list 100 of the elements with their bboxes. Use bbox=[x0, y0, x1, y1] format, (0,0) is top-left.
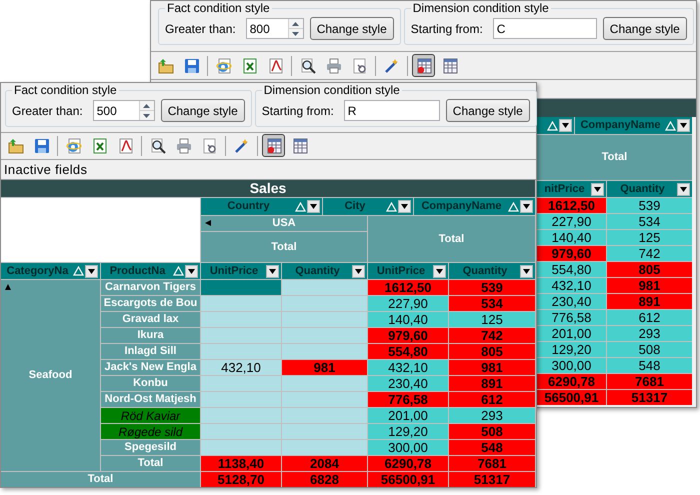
field-label: CompanyName bbox=[579, 118, 662, 134]
row-header: USA bbox=[201, 216, 367, 231]
dropdown-button[interactable] bbox=[352, 264, 365, 278]
change-style-button[interactable]: Change style bbox=[310, 17, 394, 40]
data-cell: 129,20 bbox=[368, 424, 448, 439]
number-field[interactable]: 800 bbox=[246, 19, 288, 38]
magnifier-icon bbox=[150, 138, 166, 154]
number-field[interactable]: 500 bbox=[94, 101, 139, 120]
row-header: Total bbox=[101, 456, 200, 471]
data-cell: 7681 bbox=[607, 374, 692, 389]
data-cell: 201,00 bbox=[368, 408, 448, 423]
dropdown-button[interactable] bbox=[559, 119, 572, 132]
field-label: Country bbox=[226, 199, 271, 214]
magic-wand-icon bbox=[234, 138, 250, 154]
data-cell: 51317 bbox=[449, 472, 535, 487]
caret-icon bbox=[88, 268, 95, 274]
dropdown-button[interactable] bbox=[307, 200, 320, 213]
toolbar-button[interactable] bbox=[412, 54, 435, 77]
data-cell: 5128,70 bbox=[201, 472, 281, 487]
data-cell: 432,10 bbox=[368, 360, 448, 375]
spin-box[interactable]: 800 bbox=[246, 18, 304, 39]
field-header[interactable]: Quantity bbox=[282, 263, 367, 279]
field-header[interactable]: Country bbox=[201, 198, 322, 215]
field-label: Starting from: bbox=[262, 102, 334, 120]
folder-icon bbox=[158, 58, 174, 74]
data-cell: 140,40 bbox=[368, 312, 448, 327]
data-cell: 554,80 bbox=[537, 262, 606, 277]
field-header[interactable]: nitPrice bbox=[537, 181, 606, 197]
caret-icon bbox=[436, 268, 443, 274]
dropdown-button[interactable] bbox=[433, 264, 446, 278]
data-cell: 554,80 bbox=[368, 344, 448, 359]
data-cell: 2084 bbox=[282, 456, 367, 471]
field-label: UnitPrice bbox=[376, 264, 426, 279]
field-label: Quantity bbox=[619, 182, 666, 197]
change-style-button[interactable]: Change style bbox=[446, 99, 530, 122]
text-field[interactable]: C bbox=[494, 19, 596, 38]
dropdown-button[interactable] bbox=[677, 182, 690, 196]
data-cell: 432,10 bbox=[201, 360, 281, 375]
row-header: Gravad lax bbox=[101, 312, 200, 327]
field-header[interactable]: ProductNa bbox=[101, 263, 200, 279]
data-cell: 508 bbox=[607, 342, 692, 357]
table-icon bbox=[416, 58, 432, 74]
document-icon bbox=[118, 138, 134, 154]
dropdown-button[interactable] bbox=[677, 119, 690, 132]
dropdown-button[interactable] bbox=[520, 200, 533, 213]
dropdown-button[interactable] bbox=[266, 264, 279, 278]
spreadsheet-icon bbox=[242, 58, 258, 74]
data-cell: 979,60 bbox=[537, 246, 606, 261]
grid-title: Sales bbox=[1, 180, 535, 197]
field-label: nitPrice bbox=[543, 182, 586, 197]
field-header[interactable]: UnitPrice bbox=[201, 263, 281, 279]
row-header: Escargots de Bou bbox=[101, 296, 200, 311]
field-header[interactable]: City bbox=[323, 198, 413, 215]
field-header[interactable]: Quantity bbox=[449, 263, 535, 279]
data-cell: 293 bbox=[607, 326, 692, 341]
field-label: Quantity bbox=[294, 264, 341, 279]
data-cell: 227,90 bbox=[537, 214, 606, 229]
field-header[interactable]: UnitPrice bbox=[368, 263, 448, 279]
row-header: Ikura bbox=[101, 328, 200, 343]
dropdown-button[interactable] bbox=[591, 182, 604, 196]
dropdown-button[interactable] bbox=[520, 264, 533, 278]
field-header[interactable]: CompanyName bbox=[575, 117, 692, 134]
table-icon bbox=[442, 58, 458, 74]
row-header: Røgede sild bbox=[101, 424, 200, 439]
field-header[interactable]: CompanyName bbox=[414, 198, 535, 215]
dropdown-button[interactable] bbox=[398, 200, 411, 213]
row-header: Jack's New Engla bbox=[101, 360, 200, 375]
page-settings-icon bbox=[352, 58, 368, 74]
group-title: Fact condition style bbox=[13, 83, 118, 97]
data-cell: 534 bbox=[449, 296, 535, 311]
field-label: Greater than: bbox=[12, 102, 83, 120]
data-cell: 201,00 bbox=[537, 326, 606, 341]
row-header: Total bbox=[368, 216, 535, 262]
inactive-fields-label: Inactive fields bbox=[4, 160, 88, 179]
globe-icon bbox=[66, 138, 82, 154]
data-cell: 129,20 bbox=[537, 342, 606, 357]
field-header[interactable] bbox=[537, 117, 574, 134]
toolbar-button[interactable] bbox=[262, 134, 285, 158]
caret-icon bbox=[594, 186, 601, 192]
change-style-button[interactable]: Change style bbox=[602, 17, 687, 40]
caret-icon bbox=[523, 204, 530, 209]
data-cell: 776,58 bbox=[537, 310, 606, 325]
table-icon bbox=[292, 138, 308, 154]
field-header[interactable]: Quantity bbox=[607, 181, 692, 197]
text-field[interactable]: R bbox=[344, 101, 439, 120]
change-style-button[interactable]: Change style bbox=[160, 99, 245, 122]
caret-icon bbox=[523, 268, 530, 274]
caret-icon bbox=[269, 268, 276, 274]
dropdown-button[interactable] bbox=[185, 264, 198, 278]
globe-icon bbox=[216, 58, 232, 74]
data-cell: 300,00 bbox=[368, 440, 448, 455]
data-cell: 805 bbox=[449, 344, 535, 359]
document-icon bbox=[268, 58, 284, 74]
field-header[interactable]: CategoryNa bbox=[1, 263, 100, 279]
data-cell: 534 bbox=[607, 214, 692, 229]
row-header: Röd Kaviar bbox=[101, 408, 200, 423]
dropdown-button[interactable] bbox=[85, 264, 98, 278]
spin-box[interactable]: 500 bbox=[92, 100, 155, 121]
data-cell: 51317 bbox=[607, 390, 692, 405]
data-cell: 742 bbox=[607, 246, 692, 261]
